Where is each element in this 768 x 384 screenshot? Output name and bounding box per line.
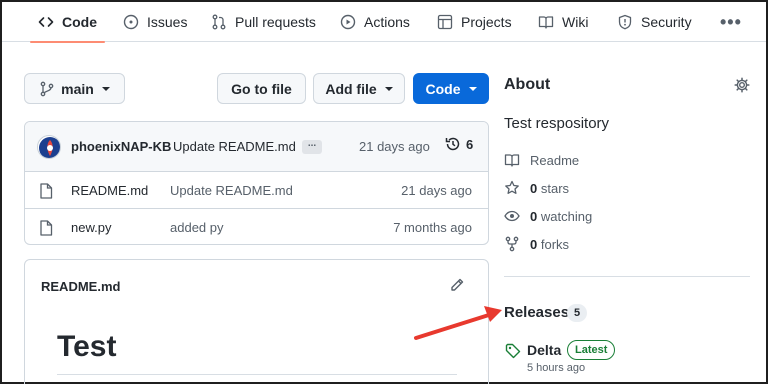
history-icon	[445, 137, 460, 151]
latest-badge: Latest	[567, 340, 616, 360]
fork-icon	[505, 236, 519, 252]
file-name-link[interactable]: new.py	[71, 220, 111, 235]
star-icon	[505, 180, 519, 194]
file-browser: phoenixNAP-KB Update README.md ... 21 da…	[24, 121, 489, 245]
repo-description: Test respository	[504, 115, 610, 132]
stars-label: stars	[540, 180, 570, 196]
tab-security[interactable]: Security	[617, 2, 692, 42]
sidebar-divider	[504, 276, 750, 277]
tag-icon	[505, 343, 521, 359]
file-name-link[interactable]: README.md	[71, 183, 148, 198]
file-commit-message[interactable]: Update README.md	[170, 183, 293, 198]
commit-time: 21 days ago	[359, 139, 430, 154]
add-file-label: Add file	[325, 80, 377, 97]
annotation-arrow-icon	[414, 306, 502, 340]
more-menu-button[interactable]: •••	[720, 12, 742, 33]
tab-label: Pull requests	[235, 14, 316, 30]
code-button[interactable]: Code	[413, 73, 489, 104]
commit-author-link[interactable]: phoenixNAP-KB	[71, 139, 171, 154]
stars-link[interactable]: 0 stars	[504, 180, 569, 196]
code-button-label: Code	[425, 80, 461, 97]
avatar[interactable]	[37, 135, 61, 159]
branch-name: main	[61, 80, 94, 97]
tab-label: Code	[62, 14, 97, 30]
tab-label: Issues	[147, 14, 188, 30]
forks-link[interactable]: 0 forks	[504, 236, 569, 252]
latest-commit: phoenixNAP-KB Update README.md ... 21 da…	[25, 122, 488, 172]
commit-message-link[interactable]: Update README.md	[173, 139, 296, 154]
file-commit-time: 7 months ago	[393, 220, 472, 235]
release-time: 5 hours ago	[527, 362, 586, 374]
tab-wiki[interactable]: Wiki	[538, 2, 588, 42]
tab-label: Wiki	[562, 14, 589, 30]
forks-count: 0	[530, 236, 538, 252]
tab-label: Projects	[461, 14, 512, 30]
commit-expand-button[interactable]: ...	[302, 139, 322, 154]
go-to-file-button[interactable]: Go to file	[217, 73, 306, 104]
repo-nav: Code Issues Pull requests Actions Projec…	[2, 2, 766, 43]
file-icon	[40, 220, 53, 236]
tab-issues[interactable]: Issues	[123, 2, 187, 42]
tab-label: Security	[641, 14, 692, 30]
table-icon	[437, 14, 453, 30]
add-file-button[interactable]: Add file	[313, 73, 405, 104]
watching-count: 0	[530, 208, 538, 224]
tab-projects[interactable]: Projects	[437, 2, 512, 42]
readme-divider	[57, 374, 457, 375]
issue-icon	[123, 14, 139, 30]
readme-heading: Test	[57, 330, 117, 363]
file-commit-message[interactable]: added py	[170, 220, 224, 235]
tab-pull-requests[interactable]: Pull requests	[211, 2, 316, 42]
avatar-logo-icon	[39, 137, 60, 158]
file-icon	[40, 183, 53, 199]
history-count: 6	[466, 136, 474, 152]
chevron-down-icon	[384, 86, 393, 91]
gear-icon[interactable]	[734, 77, 750, 93]
releases-title[interactable]: Releases	[504, 304, 569, 321]
releases-count-badge: 5	[567, 304, 587, 322]
book-icon	[538, 16, 554, 29]
book-icon	[504, 154, 520, 167]
chevron-down-icon	[101, 86, 110, 91]
eye-icon	[504, 210, 520, 222]
watching-link[interactable]: 0 watching	[504, 208, 592, 224]
pull-request-icon	[212, 14, 226, 30]
pencil-icon[interactable]	[449, 277, 465, 293]
forks-label: forks	[540, 236, 570, 252]
play-icon	[340, 14, 356, 30]
readme-link-label: Readme	[530, 152, 580, 168]
file-row[interactable]: new.py added py 7 months ago	[25, 209, 488, 244]
branch-icon	[40, 81, 54, 96]
chevron-down-icon	[468, 86, 477, 91]
about-title: About	[504, 76, 551, 93]
file-row[interactable]: README.md Update README.md 21 days ago	[25, 172, 488, 209]
watching-label: watching	[540, 208, 593, 224]
branch-select-button[interactable]: main	[24, 73, 125, 104]
tab-code[interactable]: Code	[30, 2, 105, 43]
commit-history-link[interactable]: 6	[445, 136, 473, 152]
tab-label: Actions	[364, 14, 410, 30]
release-name-link[interactable]: Delta	[527, 342, 561, 358]
tab-actions[interactable]: Actions	[340, 2, 410, 42]
readme-filename[interactable]: README.md	[41, 279, 120, 294]
readme-link[interactable]: Readme	[504, 152, 579, 168]
shield-icon	[618, 14, 632, 30]
file-commit-time: 21 days ago	[401, 183, 472, 198]
stars-count: 0	[530, 180, 538, 196]
code-icon	[38, 17, 54, 27]
